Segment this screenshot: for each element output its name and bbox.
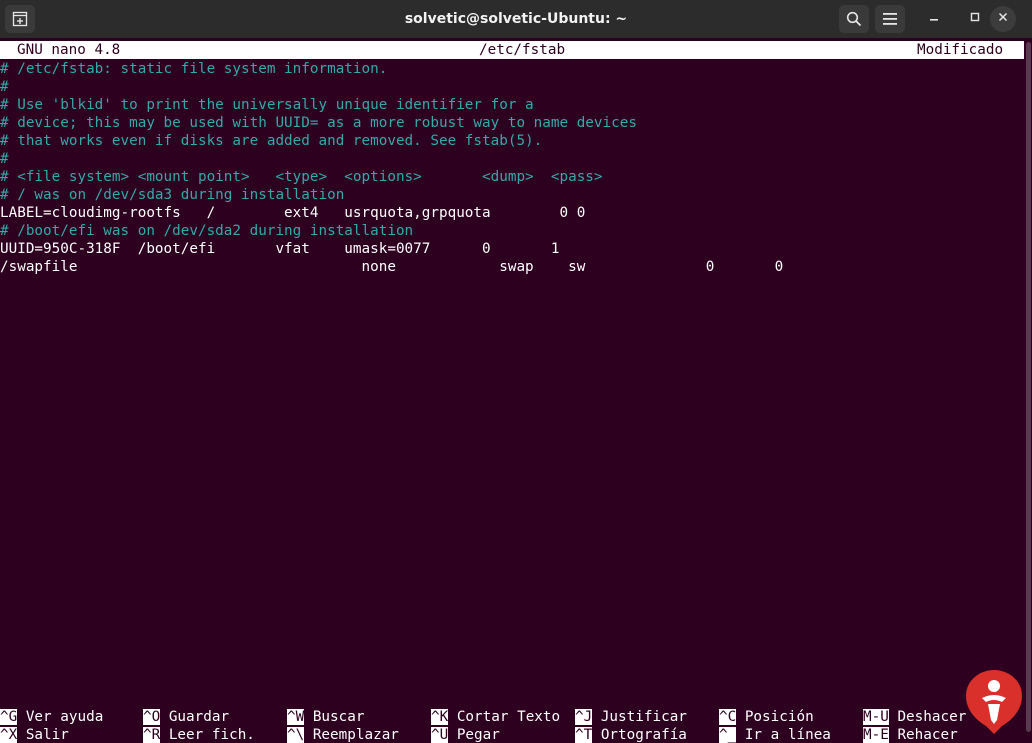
shortcut-label: Buscar: [312, 709, 365, 725]
window-titlebar[interactable]: solvetic@solvetic-Ubuntu: ~: [0, 0, 1032, 38]
shortcut-label: Cortar Texto: [456, 709, 561, 725]
shortcut-label: Posición: [744, 709, 814, 725]
shortcut-item: M-U Deshacer: [863, 708, 966, 726]
shortcut-item: ^W Buscar: [287, 708, 364, 726]
nano-version: GNU nano 4.8: [17, 42, 121, 58]
shortcut-label: Deshacer: [897, 709, 967, 725]
shortcut-key: ^O: [143, 709, 161, 725]
file-line: UUID=950C-318F /boot/efi vfat umask=0077…: [0, 241, 560, 257]
file-line: # / was on /dev/sda3 during installation: [0, 187, 345, 203]
shortcut-item: ^J Justificar: [575, 708, 687, 726]
close-icon: [997, 10, 1009, 28]
shortcut-key: ^T: [575, 727, 593, 743]
shortcut-key: ^W: [287, 709, 305, 725]
shortcut-label: Reemplazar: [312, 727, 399, 743]
maximize-button[interactable]: [961, 5, 989, 33]
close-button[interactable]: [990, 6, 1016, 32]
shortcut-label: Guardar: [168, 709, 230, 725]
shortcut-item: ^R Leer fich.: [143, 726, 255, 743]
file-line: #: [0, 151, 9, 167]
shortcut-row-1: ^G Ver ayuda ^O Guardar ^W Buscar ^K Cortar…: [0, 708, 1024, 726]
shortcut-key: ^_: [719, 727, 737, 743]
file-line: #: [0, 79, 9, 95]
file-line: /swapfile none swap sw 0 0: [0, 259, 784, 275]
shortcut-item: ^U Pegar: [431, 726, 500, 743]
file-line: # /etc/fstab: static file system informa…: [0, 61, 388, 77]
terminal-content[interactable]: GNU nano 4.8 /etc/fstab Modificado # /et…: [0, 38, 1024, 743]
nano-filename: /etc/fstab: [479, 42, 566, 58]
shortcut-item: ^G Ver ayuda: [0, 708, 103, 726]
shortcut-key: M-U: [863, 709, 889, 725]
shortcut-item: ^\ Reemplazar: [287, 726, 399, 743]
shortcut-key: ^R: [143, 727, 161, 743]
nano-header: GNU nano 4.8 /etc/fstab Modificado: [0, 41, 1024, 59]
shortcut-label: Pegar: [456, 727, 500, 743]
shortcut-key: ^X: [0, 727, 18, 743]
file-line: # /boot/efi was on /dev/sda2 during inst…: [0, 223, 414, 239]
shortcut-item: ^K Cortar Texto: [431, 708, 560, 726]
shortcut-key: ^C: [719, 709, 737, 725]
shortcut-label: Rehacer: [897, 727, 958, 743]
file-line: # device; this may be used with UUID= as…: [0, 115, 637, 131]
shortcut-item: ^O Guardar: [143, 708, 229, 726]
nano-modified-status: Modificado: [917, 42, 1004, 58]
search-button[interactable]: [839, 5, 869, 33]
shortcut-label: Salir: [25, 727, 69, 743]
shortcut-key: ^G: [0, 709, 18, 725]
shortcut-key: ^U: [431, 727, 449, 743]
minimize-icon: [928, 10, 940, 28]
shortcut-row-2: ^X Salir ^R Leer fich. ^\ Reemplazar ^U Peg…: [0, 726, 1024, 743]
shortcut-item: ^_ Ir a línea: [719, 726, 831, 743]
shortcut-item: ^X Salir: [0, 726, 69, 743]
maximize-icon: [969, 10, 981, 28]
shortcut-key: M-E: [863, 727, 889, 743]
file-line: LABEL=cloudimg-rootfs / ext4 usrquota,gr…: [0, 205, 586, 221]
shortcut-label: Ir a línea: [744, 727, 831, 743]
minimize-button[interactable]: [920, 5, 948, 33]
shortcut-label: Leer fich.: [168, 727, 255, 743]
shortcut-key: ^\: [287, 727, 305, 743]
shortcut-label: Ver ayuda: [25, 709, 104, 725]
shortcut-item: ^C Posición: [719, 708, 814, 726]
file-line: # Use 'blkid' to print the universally u…: [0, 97, 534, 113]
file-line: # that works even if disks are added and…: [0, 133, 543, 149]
shortcut-item: ^T Ortografía: [575, 726, 687, 743]
menu-button[interactable]: [875, 5, 905, 33]
shortcut-item: M-E Rehacer: [863, 726, 958, 743]
hamburger-menu-icon: [883, 13, 897, 25]
search-icon: [846, 11, 862, 27]
scrollbar-thumb[interactable]: [1026, 42, 1031, 732]
solvetic-logo: [962, 668, 1026, 736]
terminal-window: solvetic@solvetic-Ubuntu: ~ GNU nano 4.8…: [0, 0, 1032, 743]
file-line: # <file system> <mount point> <type> <op…: [0, 169, 603, 185]
shortcut-key: ^J: [575, 709, 593, 725]
shortcut-label: Ortografía: [600, 727, 687, 743]
shortcut-key: ^K: [431, 709, 449, 725]
shortcut-label: Justificar: [600, 709, 687, 725]
terminal-scrollbar[interactable]: [1024, 38, 1032, 743]
